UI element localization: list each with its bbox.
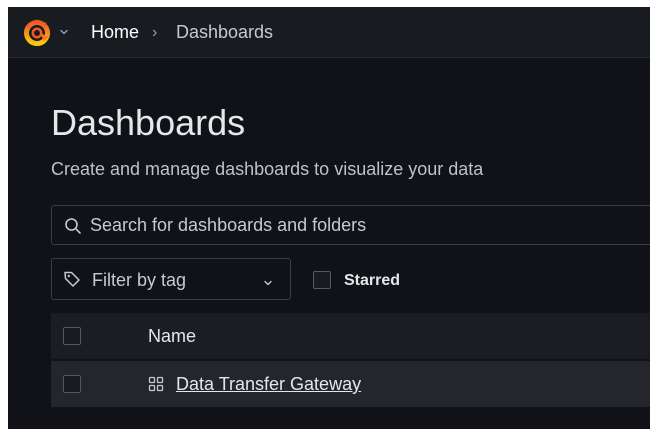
search-icon bbox=[64, 217, 82, 235]
breadcrumb-home[interactable]: Home bbox=[91, 21, 139, 43]
search-box[interactable] bbox=[51, 205, 650, 245]
starred-checkbox[interactable] bbox=[313, 271, 331, 289]
page-title: Dashboards bbox=[51, 102, 246, 143]
grafana-logo-icon[interactable] bbox=[22, 17, 52, 47]
tag-filter-label: Filter by tag bbox=[92, 270, 187, 290]
search-input[interactable] bbox=[90, 206, 650, 244]
table-header: Name bbox=[51, 313, 650, 359]
breadcrumb-separator: › bbox=[152, 24, 158, 41]
dashboard-link[interactable]: Data Transfer Gateway bbox=[176, 373, 361, 395]
top-navbar: Home › Dashboards bbox=[8, 7, 650, 58]
grafana-app: Home › Dashboards Dashboards Create and … bbox=[8, 7, 650, 429]
tag-icon bbox=[63, 270, 81, 288]
chevron-down-icon bbox=[262, 275, 274, 286]
chevron-down-icon[interactable] bbox=[58, 25, 70, 37]
page-subtitle: Create and manage dashboards to visualiz… bbox=[51, 159, 484, 179]
breadcrumb-current: Dashboards bbox=[176, 22, 274, 42]
dashboard-grid-icon bbox=[148, 376, 164, 392]
column-header-name[interactable]: Name bbox=[148, 325, 196, 347]
table-row[interactable]: Data Transfer Gateway bbox=[51, 361, 650, 407]
starred-label[interactable]: Starred bbox=[344, 270, 400, 292]
row-checkbox[interactable] bbox=[63, 375, 81, 393]
select-all-checkbox[interactable] bbox=[63, 327, 81, 345]
tag-filter-select[interactable]: Filter by tag bbox=[51, 258, 291, 300]
